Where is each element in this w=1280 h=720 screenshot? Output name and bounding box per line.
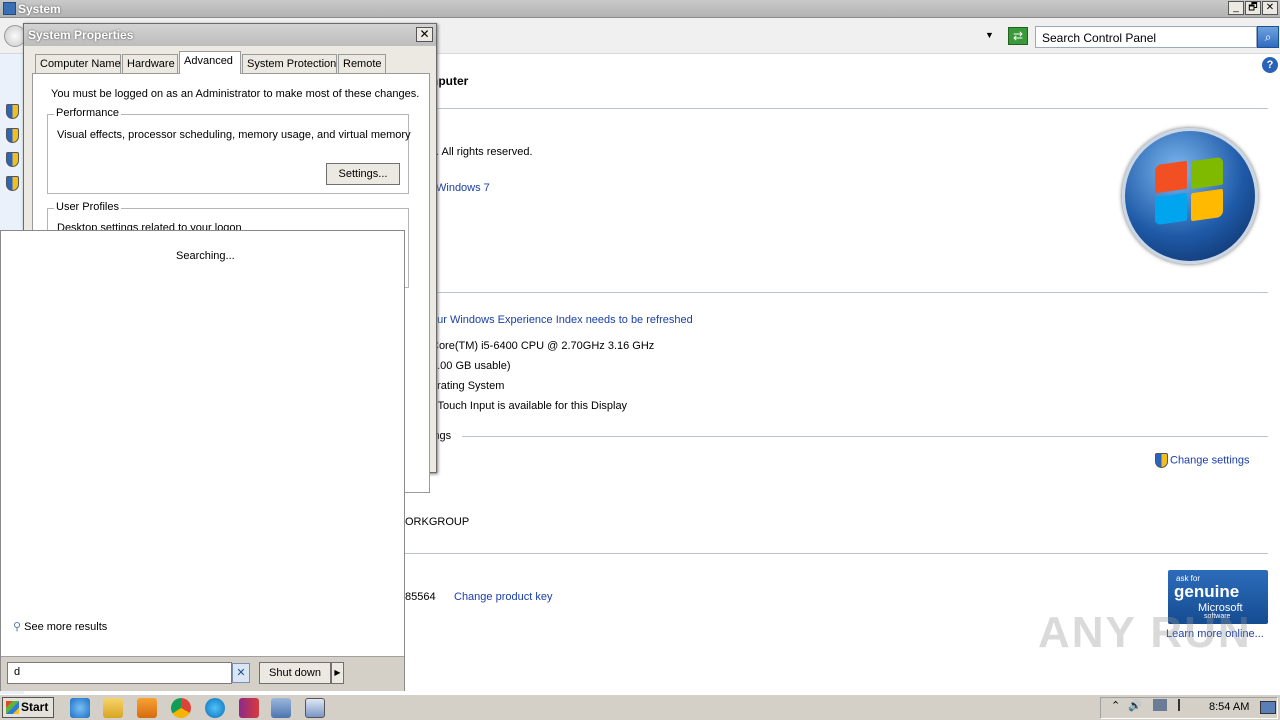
dialog-close-button[interactable]: ✕ (416, 27, 433, 42)
change-product-key-link[interactable]: Change product key (454, 591, 552, 603)
volume-icon[interactable]: 🔊 (1128, 699, 1142, 712)
performance-desc: Visual effects, processor scheduling, me… (57, 129, 411, 141)
start-menu-bottom-bar: d ✕ Shut down ▶ (1, 656, 404, 691)
clear-search-icon[interactable]: ✕ (232, 663, 250, 683)
tab-computer-name[interactable]: Computer Name (35, 54, 121, 73)
window-titlebar: System _ 🗗 ✕ (0, 0, 1280, 18)
divider (430, 292, 1268, 293)
shutdown-options-icon[interactable]: ▶ (331, 662, 344, 684)
windows-flag-icon (6, 701, 19, 714)
refresh-icon[interactable]: ⇄ (1008, 27, 1028, 45)
explorer-folder-icon[interactable] (103, 698, 123, 718)
pen-touch-value: r Touch Input is available for this Disp… (431, 400, 628, 412)
window-title: System (18, 2, 61, 16)
tab-remote[interactable]: Remote (338, 54, 386, 73)
anyrun-watermark: ANY RUN (1038, 608, 1252, 657)
search-input[interactable]: Search Control Panel (1035, 26, 1257, 48)
memory-value: 3.00 GB usable) (431, 360, 511, 372)
edge-icon[interactable] (205, 698, 225, 718)
network-icon[interactable] (1153, 699, 1167, 711)
change-settings-link[interactable]: Change settings (1155, 453, 1250, 468)
remote-desktop-icon[interactable] (271, 698, 291, 718)
performance-group: Performance Visual effects, processor sc… (47, 107, 411, 194)
search-icon: ⚲ (13, 621, 22, 633)
system-window-task-icon[interactable] (305, 698, 325, 718)
shield-icon[interactable] (6, 176, 19, 191)
chrome-icon[interactable] (171, 698, 191, 718)
tab-advanced[interactable]: Advanced (179, 51, 241, 74)
see-more-results-link[interactable]: ⚲ See more results (13, 620, 107, 633)
ie-icon[interactable] (70, 698, 90, 718)
start-menu: Searching... ⚲ See more results d ✕ Shut… (0, 230, 405, 691)
shield-icon[interactable] (6, 128, 19, 143)
copyright-text: . All rights reserved. (436, 146, 533, 158)
divider (405, 553, 1268, 554)
shutdown-button[interactable]: Shut down (259, 662, 331, 684)
system-window-icon (3, 2, 16, 15)
action-center-flag-icon[interactable] (1178, 699, 1190, 711)
admin-note: You must be logged on as an Administrato… (51, 88, 420, 100)
performance-title: Performance (54, 107, 121, 119)
divider (462, 436, 1268, 437)
search-icon[interactable]: ⌕ (1257, 26, 1279, 48)
media-player-icon[interactable] (137, 698, 157, 718)
taskbar: Start ⌃ 🔊 8:54 AM (0, 694, 1280, 720)
close-button[interactable]: ✕ (1262, 1, 1278, 15)
performance-settings-button[interactable]: Settings... (326, 163, 400, 185)
start-label: Start (21, 700, 49, 714)
winrar-icon[interactable] (239, 698, 259, 718)
windows-logo (1122, 128, 1258, 264)
tab-hardware[interactable]: Hardware (122, 54, 178, 73)
start-button[interactable]: Start (2, 697, 54, 718)
start-search-input[interactable]: d (7, 662, 232, 684)
shield-icon (1155, 453, 1168, 468)
experience-index-link[interactable]: our Windows Experience Index needs to be… (431, 314, 693, 326)
shield-icon[interactable] (6, 152, 19, 167)
shield-icon[interactable] (6, 104, 19, 119)
workgroup-value: ORKGROUP (405, 516, 470, 528)
help-icon[interactable]: ? (1262, 57, 1278, 73)
show-desktop-icon[interactable] (1260, 701, 1276, 714)
product-id-value: 85564 (405, 591, 436, 603)
windows-edition-link[interactable]: Windows 7 (436, 182, 490, 194)
tray-expand-icon[interactable]: ⌃ (1111, 699, 1120, 712)
clock[interactable]: 8:54 AM (1209, 701, 1249, 713)
tab-system-protection[interactable]: System Protection (242, 54, 337, 73)
dialog-title: System Properties (28, 28, 134, 42)
address-dropdown-icon[interactable]: ▼ (985, 30, 994, 40)
dialog-titlebar: System Properties ✕ (24, 24, 436, 46)
processor-value: Core(TM) i5-6400 CPU @ 2.70GHz 3.16 GHz (431, 340, 655, 352)
change-settings-label: Change settings (1170, 454, 1250, 467)
searching-status: Searching... (176, 250, 235, 262)
genuine-line2: genuine (1174, 582, 1240, 601)
see-more-label: See more results (24, 621, 108, 633)
user-profiles-title: User Profiles (54, 201, 121, 213)
divider (430, 108, 1268, 109)
restore-button[interactable]: 🗗 (1245, 1, 1261, 15)
system-type-value: erating System (431, 380, 505, 392)
minimize-button[interactable]: _ (1228, 1, 1244, 15)
